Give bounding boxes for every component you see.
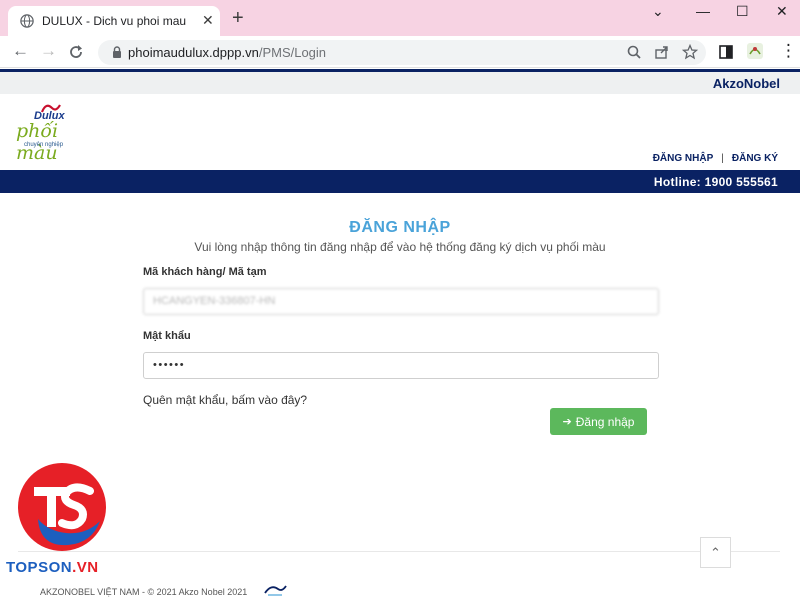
browser-toolbar: ← → phoimaudulux.dppp.vn/PMS/Login ⋮: [0, 36, 800, 68]
tab-title: DULUX - Dich vu phoi mau: [42, 14, 187, 28]
new-tab-button[interactable]: +: [232, 8, 244, 28]
login-subtitle: Vui lòng nhập thông tin đăng nhập để vào…: [194, 240, 606, 254]
arrow-right-icon: ➔: [562, 416, 572, 428]
profile-avatar-icon[interactable]: [746, 42, 764, 60]
footer-divider: [18, 551, 780, 552]
chevron-up-icon: ⌃: [710, 544, 721, 560]
browser-tabstrip: DULUX - Dich vu phoi mau ✕ + ⌄ — ☐ ✕: [0, 0, 800, 36]
customer-code-input[interactable]: HCANGYEN-336807-HN: [143, 288, 659, 315]
url-host: phoimaudulux.dppp.vn: [128, 45, 259, 60]
lock-icon: [113, 46, 121, 58]
side-panel-icon[interactable]: [718, 44, 734, 60]
address-bar[interactable]: phoimaudulux.dppp.vn/PMS/Login: [98, 40, 706, 65]
share-icon[interactable]: [654, 44, 670, 60]
kebab-menu-icon[interactable]: ⋮: [780, 41, 797, 61]
minimize-button[interactable]: —: [696, 4, 710, 18]
topson-watermark-logo: [18, 463, 106, 551]
register-link[interactable]: ĐĂNG KÝ: [732, 153, 778, 164]
login-title: ĐĂNG NHẬP: [349, 219, 451, 236]
forward-arrow-icon[interactable]: →: [40, 41, 57, 61]
link-separator: |: [721, 153, 724, 164]
maximize-button[interactable]: ☐: [736, 4, 749, 18]
close-window-button[interactable]: ✕: [776, 4, 788, 18]
close-tab-icon[interactable]: ✕: [202, 12, 214, 28]
hotline-bar: Hotline: 1900 555561: [0, 170, 800, 193]
topson-watermark-text: TOPSON.VN: [6, 559, 99, 576]
login-button-label: Đăng nhập: [575, 414, 635, 429]
star-bookmark-icon[interactable]: [682, 44, 698, 60]
customer-code-label: Mã khách hàng/ Mã tạm: [143, 266, 267, 278]
dulux-phoi-mau-logo[interactable]: Dulux phối màu chuyên nghiệp: [14, 102, 92, 164]
globe-icon: [20, 14, 34, 28]
logo-tagline: chuyên nghiệp: [24, 142, 64, 148]
back-arrow-icon[interactable]: ←: [12, 41, 29, 61]
reload-icon[interactable]: [68, 44, 84, 60]
footer-copyright: AKZONOBEL VIỆT NAM - © 2021 Akzo Nobel 2…: [40, 587, 248, 597]
password-input[interactable]: ••••••: [143, 352, 659, 379]
topson-text-main: TOPSON: [6, 559, 73, 576]
url-text: phoimaudulux.dppp.vn/PMS/Login: [128, 45, 326, 60]
hotline-text: Hotline: 1900 555561: [653, 175, 778, 189]
akzonobel-logo: AkzoNobel: [712, 76, 780, 91]
browser-tab-active[interactable]: DULUX - Dich vu phoi mau ✕: [8, 6, 220, 36]
scroll-to-top-button[interactable]: ⌃: [700, 537, 731, 568]
url-path: /PMS/Login: [258, 45, 327, 60]
tab-search-icon[interactable]: ⌄: [652, 4, 664, 18]
password-label: Mật khẩu: [143, 330, 191, 342]
akzonobel-footer-logo-icon: [264, 585, 287, 596]
login-link[interactable]: ĐĂNG NHẬP: [653, 153, 714, 164]
brand-strip: AkzoNobel: [0, 72, 800, 94]
topson-text-tld: .VN: [72, 559, 99, 576]
page: DULUX - Dich vu phoi mau ✕ + ⌄ — ☐ ✕ ← →…: [0, 0, 800, 605]
zoom-icon[interactable]: [626, 44, 642, 60]
forgot-password-link[interactable]: Quên mật khẩu, bấm vào đây?: [143, 393, 307, 407]
login-button[interactable]: ➔ Đăng nhập: [550, 408, 647, 435]
account-links: ĐĂNG NHẬP | ĐĂNG KÝ: [653, 153, 778, 164]
